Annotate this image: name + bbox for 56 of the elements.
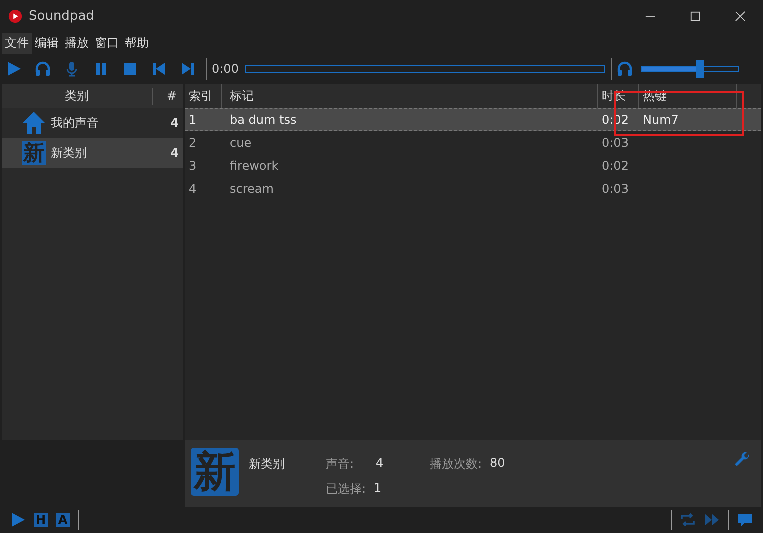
stat-value: 4 bbox=[376, 456, 384, 472]
microphone-icon[interactable] bbox=[64, 61, 80, 77]
progress-bar[interactable] bbox=[244, 65, 605, 73]
category-count: 4 bbox=[170, 116, 180, 130]
menu-item[interactable]: 编辑 bbox=[32, 32, 62, 54]
stat-label: 已选择: bbox=[326, 481, 366, 498]
category-name: 新类别 bbox=[51, 144, 88, 162]
table-cell-text: ba dum tss bbox=[229, 112, 298, 126]
table-row[interactable]: 4 scream 0:03 bbox=[185, 177, 761, 200]
category-icon: 新 bbox=[22, 141, 46, 165]
menu-item[interactable]: 窗口 bbox=[92, 32, 122, 54]
table-cell-text: 2 bbox=[188, 136, 198, 150]
table-cell-text: 0:02 bbox=[601, 158, 630, 172]
table-cell-text: 1 bbox=[188, 112, 198, 126]
table-cell-text: 3 bbox=[188, 158, 198, 172]
category-item[interactable]: 我的声音 4 bbox=[2, 108, 183, 138]
repeat-icon[interactable] bbox=[680, 512, 696, 528]
category-icon: 新 bbox=[191, 448, 239, 496]
app-logo-icon bbox=[8, 8, 23, 24]
table-cell-text: 0:03 bbox=[601, 182, 630, 196]
stat-value: 1 bbox=[374, 481, 382, 497]
table-row[interactable]: 2 cue 0:03 bbox=[185, 131, 761, 154]
table-cell-text: 4 bbox=[188, 182, 198, 196]
chat-icon[interactable] bbox=[737, 512, 753, 528]
fast-forward-icon[interactable] bbox=[704, 512, 720, 528]
column-header[interactable]: 类别 bbox=[2, 88, 153, 104]
menu-item[interactable]: 文件 bbox=[2, 32, 32, 54]
wrench-icon[interactable] bbox=[735, 452, 751, 468]
table-cell-text: Num7 bbox=[642, 112, 680, 126]
headphones-icon[interactable] bbox=[616, 61, 633, 77]
table-cell-text: scream bbox=[229, 182, 275, 196]
stat-label: 声音: bbox=[326, 456, 354, 473]
previous-icon[interactable] bbox=[151, 61, 167, 77]
window-title: Soundpad bbox=[29, 8, 96, 24]
stat-label: 播放次数: bbox=[430, 456, 482, 473]
stop-icon[interactable] bbox=[122, 61, 138, 77]
menu-item[interactable]: 播放 bbox=[62, 32, 92, 54]
next-icon[interactable] bbox=[180, 61, 196, 77]
table-row[interactable]: 3 firework 0:02 bbox=[185, 154, 761, 177]
volume-slider[interactable] bbox=[640, 60, 739, 78]
column-header[interactable]: # bbox=[153, 89, 183, 103]
category-item[interactable]: 新 新类别 4 bbox=[2, 138, 183, 168]
play-icon[interactable] bbox=[10, 512, 26, 528]
table-cell-text: cue bbox=[229, 136, 253, 150]
category-name: 新类别 bbox=[249, 456, 286, 473]
category-count: 4 bbox=[170, 146, 180, 160]
stat-value: 80 bbox=[490, 456, 506, 472]
table-cell-text: firework bbox=[229, 158, 280, 172]
pause-icon[interactable] bbox=[93, 61, 109, 77]
house-icon bbox=[22, 111, 46, 135]
headphones-icon[interactable] bbox=[35, 61, 51, 77]
category-name: 我的声音 bbox=[51, 114, 100, 132]
menu-item[interactable]: 帮助 bbox=[122, 32, 152, 54]
playback-time: 0:00 bbox=[212, 62, 239, 76]
table-cell-text: 0:03 bbox=[601, 136, 630, 150]
play-icon[interactable] bbox=[6, 61, 22, 77]
